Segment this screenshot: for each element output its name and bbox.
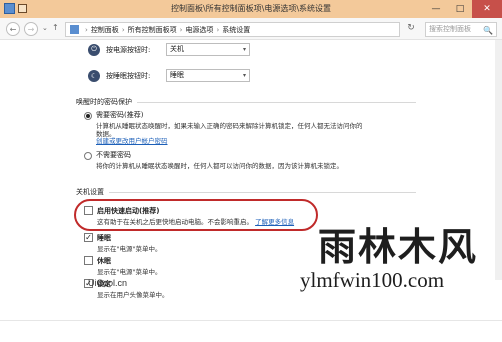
sleep-button-row: ☾ 按睡眠按钮时: 睡眠 ▾ [88,69,250,82]
breadcrumb-separator: › [179,25,183,34]
sleep-icon: ☾ [88,69,100,82]
section-divider [137,101,416,103]
shutdown-section-title: 关机设置 [76,188,104,196]
watermark-site: UiCool.cn [88,278,128,288]
search-input[interactable]: 搜索控制面板 🔍 [425,22,497,37]
hibernate-checkbox[interactable] [84,256,93,265]
no-password-radio[interactable] [84,152,92,160]
require-password-radio[interactable] [84,112,92,120]
maximize-button[interactable]: □ [448,0,472,18]
section-divider [109,191,416,193]
sleep-option-title: 睡眠 [97,234,111,242]
breadcrumb-item-power-options[interactable]: 电源选项 [185,25,213,35]
forward-button[interactable]: → [24,22,38,36]
control-panel-icon [70,25,79,34]
sleep-button-select[interactable]: 睡眠 ▾ [166,69,250,82]
hibernate-option-title: 休眠 [97,257,111,265]
title-bar: 控制面板\所有控制面板项\电源选项\系统设置 — □ ✕ [0,0,502,18]
breadcrumb-separator: › [121,25,125,34]
power-button-label: 按电源按钮时: [106,45,151,54]
password-section-heading: 唤醒时的密码保护 [76,97,416,107]
power-icon: ⏻ [88,43,100,56]
breadcrumb[interactable]: › 控制面板 › 所有控制面板项 › 电源选项 › 系统设置 [65,22,400,37]
up-button[interactable]: ↑ [52,23,59,32]
close-button[interactable]: ✕ [472,0,502,18]
address-bar: ← → ⌄ ↑ › 控制面板 › 所有控制面板项 › 电源选项 › 系统设置 ↻… [0,18,502,40]
require-password-desc: 计算机从睡眠状态唤醒时，如果未输入正确的密码来解除计算机锁定，任何人都无法访问你… [96,122,363,130]
sleep-button-label: 按睡眠按钮时: [106,71,151,80]
power-button-select[interactable]: 关机 ▾ [166,43,250,56]
system-settings-page: ⏻ 按电源按钮时: 关机 ▾ ☾ 按睡眠按钮时: 睡眠 ▾ 唤醒时的密码保护 需… [0,40,502,342]
breadcrumb-separator: › [85,25,88,34]
watermark-brand: 雨林木风 [318,224,479,269]
refresh-button[interactable]: ↻ [404,23,418,36]
footer-divider [0,320,502,321]
annotation-highlight-ring [74,199,318,231]
sleep-option-desc: 显示在"电源"菜单中。 [97,245,162,253]
create-password-link[interactable]: 创建或更改用户帐户密码 [96,135,168,145]
require-password-title: 需要密码(推荐) [96,111,144,119]
hibernate-option-desc: 显示在"电源"菜单中。 [97,268,162,276]
chevron-down-icon: ▾ [242,46,246,53]
scrollbar[interactable] [495,40,502,280]
no-password-title: 不需要密码 [96,151,131,159]
watermark-url: ylmfwin100.com [300,268,445,292]
shutdown-section-heading: 关机设置 [76,187,416,197]
password-section-title: 唤醒时的密码保护 [76,98,132,106]
breadcrumb-item-control-panel[interactable]: 控制面板 [91,25,119,35]
minimize-button[interactable]: — [424,0,448,18]
breadcrumb-separator: › [216,25,220,34]
breadcrumb-item-all-items[interactable]: 所有控制面板项 [128,25,177,35]
chevron-down-icon: ▾ [242,72,246,79]
back-button[interactable]: ← [6,22,20,36]
search-icon[interactable]: 🔍 [483,24,493,37]
recent-locations-dropdown[interactable]: ⌄ [42,24,48,32]
sleep-checkbox[interactable]: ✓ [84,233,93,242]
power-button-row: ⏻ 按电源按钮时: 关机 ▾ [88,43,250,56]
sleep-button-value: 睡眠 [170,71,184,79]
power-button-value: 关机 [170,45,184,53]
search-placeholder: 搜索控制面板 [429,25,471,33]
breadcrumb-item-system-settings[interactable]: 系统设置 [222,25,250,35]
lock-option-desc: 显示在用户头像菜单中。 [97,291,169,299]
no-password-desc: 将你的计算机从睡眠状态唤醒时，任何人都可以访问你的数据，因为该计算机未锁定。 [96,162,343,170]
